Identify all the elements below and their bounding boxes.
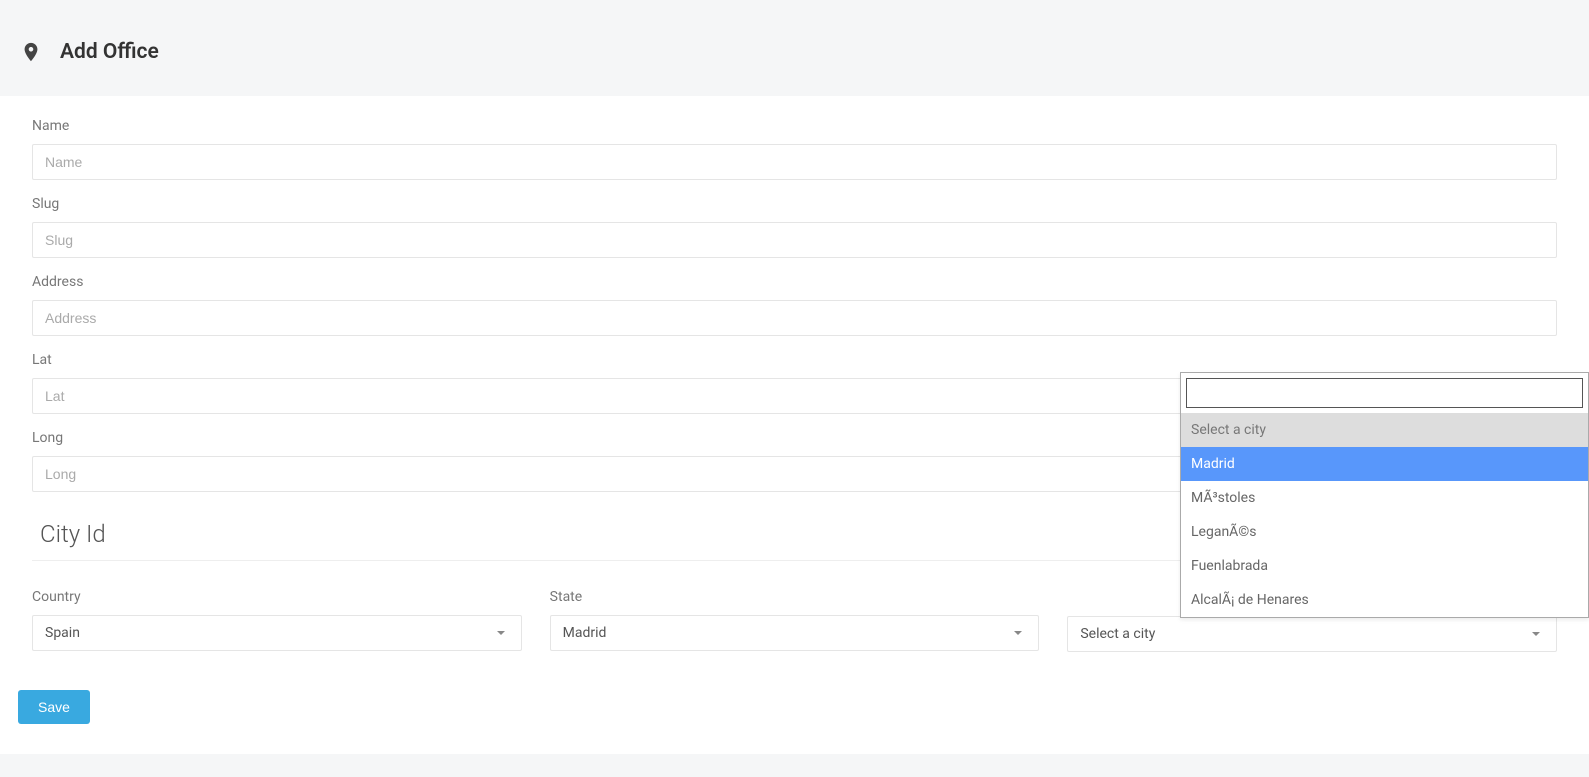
state-select-wrapper: Madrid <box>550 615 1040 651</box>
form-group-name: Name <box>32 118 1557 180</box>
address-label: Address <box>32 274 1557 290</box>
dropdown-item[interactable]: AlcalÃ¡ de Henares <box>1181 583 1588 617</box>
name-input[interactable] <box>32 144 1557 180</box>
state-select-value: Madrid <box>563 625 607 641</box>
caret-down-icon <box>497 631 505 635</box>
dropdown-item[interactable]: Fuenlabrada <box>1181 549 1588 583</box>
state-select[interactable]: Madrid <box>550 615 1040 651</box>
slug-label: Slug <box>32 196 1557 212</box>
save-button-row: Save <box>32 652 1557 724</box>
country-col: Country Spain <box>32 589 522 652</box>
country-select[interactable]: Spain <box>32 615 522 651</box>
caret-down-icon <box>1014 631 1022 635</box>
lat-label: Lat <box>32 352 1557 368</box>
slug-input[interactable] <box>32 222 1557 258</box>
state-label: State <box>550 589 1040 605</box>
save-button[interactable]: Save <box>18 690 90 724</box>
country-select-wrapper: Spain <box>32 615 522 651</box>
dropdown-item-placeholder[interactable]: Select a city <box>1181 413 1588 447</box>
address-input[interactable] <box>32 300 1557 336</box>
city-dropdown: Select a city Madrid MÃ³stoles LeganÃ©s … <box>1180 372 1589 618</box>
form-group-slug: Slug <box>32 196 1557 258</box>
page-title: Add Office <box>60 40 159 64</box>
state-col: State Madrid <box>550 589 1040 652</box>
caret-down-icon <box>1532 632 1540 636</box>
city-dropdown-search-input[interactable] <box>1186 378 1583 408</box>
dropdown-item[interactable]: MÃ³stoles <box>1181 481 1588 515</box>
city-select-value: Select a city <box>1080 626 1155 642</box>
country-label: Country <box>32 589 522 605</box>
city-select-wrapper: Select a city <box>1067 616 1557 652</box>
dropdown-item[interactable]: Madrid <box>1181 447 1588 481</box>
location-pin-icon <box>20 38 42 66</box>
page-header: Add Office <box>0 0 1589 96</box>
city-select[interactable]: Select a city <box>1067 616 1557 652</box>
name-label: Name <box>32 118 1557 134</box>
form-group-address: Address <box>32 274 1557 336</box>
city-dropdown-list: Select a city Madrid MÃ³stoles LeganÃ©s … <box>1181 413 1588 617</box>
country-select-value: Spain <box>45 625 80 641</box>
city-dropdown-search-wrap <box>1181 373 1588 413</box>
dropdown-item[interactable]: LeganÃ©s <box>1181 515 1588 549</box>
